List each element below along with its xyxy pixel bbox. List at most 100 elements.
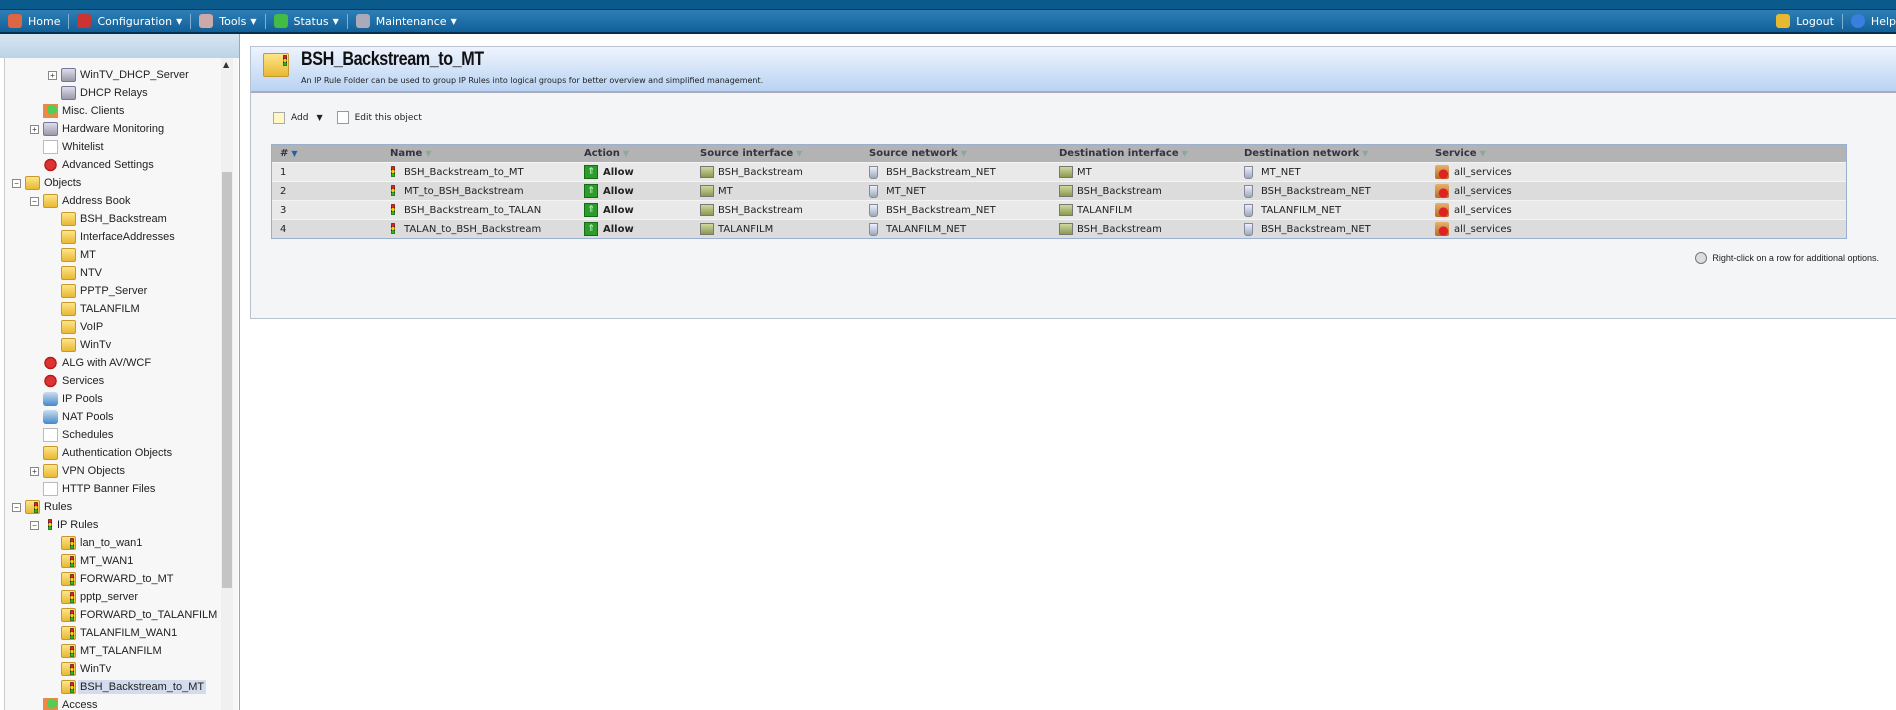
collapse-icon[interactable]: −: [30, 196, 39, 206]
rule-icon: [25, 500, 40, 514]
cell-dst-if: BSH_Backstream: [1059, 182, 1162, 200]
tree-item-bsh-backstream-to-mt[interactable]: BSH_Backstream_to_MT: [61, 678, 207, 696]
net-icon: [43, 410, 58, 424]
collapse-icon[interactable]: −: [30, 520, 39, 530]
tree-item-forward-to-mt[interactable]: FORWARD_to_MT: [61, 570, 176, 588]
rule-icon: [61, 644, 76, 658]
column-header[interactable]: Name ▼: [390, 145, 431, 162]
folder-icon: [61, 230, 76, 244]
tree-item-vpn-objects[interactable]: + VPN Objects: [30, 462, 127, 480]
allow-icon: ⇑: [584, 222, 598, 236]
traffic-light-icon: [390, 165, 396, 179]
tree-item-wintv[interactable]: WinTv: [61, 336, 113, 354]
cell-num: 2: [280, 185, 287, 197]
table-row[interactable]: 1 BSH_Backstream_to_MT ⇑ Allow BSH_Backstrea…: [272, 162, 1846, 181]
tree-item-address-book[interactable]: − Address Book: [30, 192, 132, 210]
collapse-icon[interactable]: −: [12, 178, 21, 188]
interface-icon: [1059, 166, 1073, 178]
sidebar-scrollbar[interactable]: ▲: [221, 58, 233, 710]
tree-item-access[interactable]: Access: [43, 696, 99, 710]
tree-item-ntv[interactable]: NTV: [61, 264, 104, 282]
doc-icon: [43, 482, 58, 496]
sort-icon[interactable]: ▼: [1362, 149, 1368, 158]
sort-icon[interactable]: ▼: [1182, 149, 1188, 158]
tree-item-talanfilm-wan1[interactable]: TALANFILM_WAN1: [61, 624, 179, 642]
tree-item-rules[interactable]: − Rules: [12, 498, 74, 516]
sort-icon[interactable]: ▼: [623, 149, 629, 158]
cell-action: ⇑ Allow: [584, 220, 634, 238]
tree-item-ip-pools[interactable]: IP Pools: [43, 390, 105, 408]
tree-item-wintv-dhcp-server[interactable]: + WinTV_DHCP_Server: [48, 66, 191, 84]
tree-item-voip[interactable]: VoIP: [61, 318, 105, 336]
sort-icon[interactable]: ▼: [961, 149, 967, 158]
toolbar: Add ▼ Edit this object: [273, 111, 422, 124]
tree-item-ip-rules[interactable]: − IP Rules: [30, 516, 100, 534]
table-row[interactable]: 3 BSH_Backstream_to_TALAN ⇑ Allow BSH_Backst…: [272, 200, 1846, 219]
tree-item-mt-wan1[interactable]: MT_WAN1: [61, 552, 135, 570]
sort-icon[interactable]: ▼: [1480, 149, 1486, 158]
add-button[interactable]: Add ▼: [273, 111, 323, 124]
interface-icon: [1059, 185, 1073, 197]
sort-icon[interactable]: ▼: [291, 149, 297, 158]
tree-item-bsh-backstream[interactable]: BSH_Backstream: [61, 210, 169, 228]
tree-item-authentication-objects[interactable]: Authentication Objects: [43, 444, 174, 462]
cell-name: MT_to_BSH_Backstream: [390, 182, 524, 200]
page-description: An IP Rule Folder can be used to group I…: [301, 76, 764, 85]
sort-icon[interactable]: ▼: [796, 149, 802, 158]
expand-icon[interactable]: +: [30, 124, 39, 134]
table-row[interactable]: 4 TALAN_to_BSH_Backstream ⇑ Allow TALANFILM T…: [272, 219, 1846, 238]
tree-item-whitelist[interactable]: Whitelist: [43, 138, 106, 156]
nav-home[interactable]: Home: [0, 10, 68, 32]
tree-item-misc-clients[interactable]: Misc. Clients: [43, 102, 126, 120]
tree-item-wintv[interactable]: WinTv: [61, 660, 113, 678]
allow-icon: ⇑: [584, 184, 598, 198]
nav-status[interactable]: Status ▼: [266, 10, 347, 32]
tree-item-mt-talanfilm[interactable]: MT_TALANFILM: [61, 642, 164, 660]
tree-item-forward-to-talanfilm[interactable]: FORWARD_to_TALANFILM: [61, 606, 219, 624]
nav-configuration[interactable]: Configuration ▼: [69, 10, 190, 32]
edit-object-button[interactable]: Edit this object: [336, 111, 422, 124]
tree-item-hardware-monitoring[interactable]: + Hardware Monitoring: [30, 120, 166, 138]
scrollbar-thumb[interactable]: [222, 172, 232, 588]
tree-item-http-banner-files[interactable]: HTTP Banner Files: [43, 480, 157, 498]
tools-icon: [199, 14, 214, 28]
expand-icon[interactable]: +: [30, 466, 39, 476]
tree-item-advanced-settings[interactable]: Advanced Settings: [43, 156, 156, 174]
tree-item-alg-with-av-wcf[interactable]: ALG with AV/WCF: [43, 354, 153, 372]
column-header[interactable]: Service ▼: [1435, 145, 1486, 162]
sort-icon[interactable]: ▼: [425, 149, 431, 158]
nav-maintenance[interactable]: Maintenance ▼: [348, 10, 465, 32]
table-row[interactable]: 2 MT_to_BSH_Backstream ⇑ Allow MT MT_NET BSH_B…: [272, 181, 1846, 200]
traffic-light-icon: [390, 222, 396, 236]
interface-icon: [700, 223, 714, 235]
tree-item-mt[interactable]: MT: [61, 246, 98, 264]
tree-item-lan-to-wan1[interactable]: lan_to_wan1: [61, 534, 144, 552]
tree-item-dhcp-relays[interactable]: DHCP Relays: [61, 84, 150, 102]
column-header[interactable]: Source network ▼: [869, 145, 967, 162]
lock-icon: [1776, 14, 1791, 28]
ip-rule-folder-icon: [263, 53, 289, 77]
tree-item-schedules[interactable]: Schedules: [43, 426, 115, 444]
cell-service: all_services: [1435, 201, 1512, 219]
column-header[interactable]: # ▼: [280, 145, 298, 162]
tree-item-services[interactable]: Services: [43, 372, 106, 390]
collapse-icon[interactable]: −: [12, 502, 21, 512]
nav-tools[interactable]: Tools ▼: [191, 10, 264, 32]
scroll-up-icon[interactable]: ▲: [223, 60, 229, 69]
folder-icon: [61, 320, 76, 334]
tree-item-interfaceaddresses[interactable]: InterfaceAddresses: [61, 228, 177, 246]
tree-item-talanfilm[interactable]: TALANFILM: [61, 300, 142, 318]
tree-item-objects[interactable]: − Objects: [12, 174, 83, 192]
rule-icon: [61, 590, 76, 604]
tree-item-pptp-server[interactable]: pptp_server: [61, 588, 140, 606]
logout-button[interactable]: Logout: [1768, 10, 1842, 32]
column-header[interactable]: Destination interface ▼: [1059, 145, 1188, 162]
column-header[interactable]: Destination network ▼: [1244, 145, 1368, 162]
column-header[interactable]: Action ▼: [584, 145, 629, 162]
network-object-icon: [869, 203, 878, 217]
expand-icon[interactable]: +: [48, 70, 57, 80]
tree-item-nat-pools[interactable]: NAT Pools: [43, 408, 116, 426]
tree-item-pptp-server[interactable]: PPTP_Server: [61, 282, 149, 300]
column-header[interactable]: Source interface ▼: [700, 145, 802, 162]
help-button[interactable]: Help: [1843, 10, 1896, 32]
